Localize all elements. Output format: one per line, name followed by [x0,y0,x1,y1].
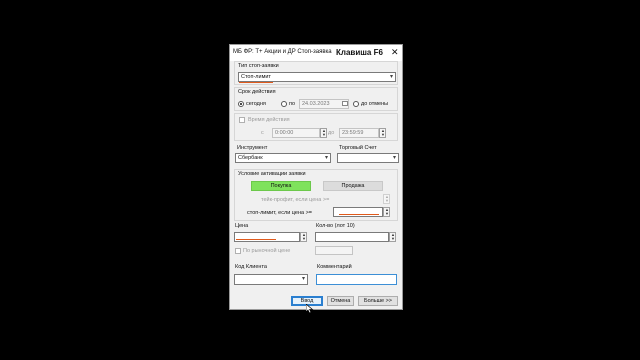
time-from-field[interactable]: 0:00:00 [272,128,320,138]
until-date-value: 24.03.2023 [302,101,330,107]
spin-down-icon: ▼ [391,236,395,241]
validity-group: Срок действия сегодня по 24.03.2023 до о… [234,87,398,111]
instrument-label: Инструмент [237,145,268,151]
quantity-info-field [315,246,353,255]
close-icon[interactable]: ✕ [391,47,399,57]
radio-until-cancel-label: до отмены [361,101,389,107]
stop-type-value: Стоп-лимит [241,74,271,80]
instrument-value: Сбербанк [238,155,263,161]
buy-button[interactable]: Покупка [251,181,311,191]
spin-down-icon: ▼ [322,132,326,137]
quantity-spinner[interactable]: ▲ ▼ [389,232,396,242]
spin-down-icon: ▼ [385,198,389,203]
instrument-select[interactable]: Сбербанк ▾ [235,153,331,163]
stop-type-select[interactable]: Стоп-лимит ▾ [238,72,396,82]
take-profit-spinner[interactable]: ▲ ▼ [383,194,390,204]
spin-down-icon: ▼ [302,236,306,241]
radio-until-label: по [289,101,296,107]
time-to-spinner[interactable]: ▲ ▼ [379,128,386,138]
highlight-underline [239,82,273,83]
time-from-spinner[interactable]: ▲ ▼ [320,128,327,138]
price-field[interactable] [234,232,300,242]
time-to-label: до [328,130,335,136]
price-label: Цена [235,223,249,229]
spin-down-icon: ▼ [385,211,389,216]
account-label: Торговый Счет [339,145,377,151]
stop-limit-price-field[interactable] [333,207,383,217]
chevron-down-icon: ▾ [301,276,305,282]
take-profit-label: тейк-профит, если цена >= [261,197,330,203]
chevron-down-icon: ▾ [392,155,396,161]
spin-down-icon: ▼ [381,132,385,137]
radio-today-label: сегодня [246,101,266,107]
price-spinner[interactable]: ▲ ▼ [300,232,307,242]
stop-limit-label: стоп-лимит, если цена >= [247,210,312,216]
time-to-field[interactable]: 23:59:59 [339,128,379,138]
time-from-value: 0:00:00 [275,130,294,136]
action-time-label: Время действия [248,117,290,123]
window-title: МБ ФР: Т+ Акции и ДР Стоп-заявка [233,49,332,55]
comment-label: Комментарий [317,264,352,270]
time-from-label: с [261,130,264,136]
comment-field[interactable] [316,274,397,285]
more-button[interactable]: Больше >> [358,296,398,306]
chevron-down-icon: ▾ [324,155,328,161]
client-code-label: Код Клиента [235,264,267,270]
chevron-down-icon: ▾ [389,74,393,80]
stop-type-group: Тип стоп-заявки Стоп-лимит ▾ [234,61,398,85]
sell-button[interactable]: Продажа [323,181,383,191]
stop-order-dialog: МБ ФР: Т+ Акции и ДР Стоп-заявка Клавиша… [229,44,403,310]
market-price-checkbox[interactable] [235,248,241,254]
hotkey-label: Клавиша F6 [336,48,383,57]
cancel-button[interactable]: Отмена [327,296,354,306]
title-bar: МБ ФР: Т+ Акции и ДР Стоп-заявка Клавиша… [230,45,402,61]
time-to-value: 23:59:59 [342,130,364,136]
radio-until-date[interactable] [281,101,287,107]
action-time-checkbox[interactable] [239,117,245,123]
activation-label: Условие активации заявки [238,171,306,177]
radio-until-cancel[interactable] [353,101,359,107]
stop-type-label: Тип стоп-заявки [238,63,279,69]
action-time-group: Время действия с 0:00:00 ▲ ▼ до 23:59:59… [234,113,398,141]
account-select[interactable]: ▾ [337,153,399,163]
highlight-underline [236,239,276,240]
activation-group: Условие активации заявки Покупка Продажа… [234,169,398,221]
market-price-label: По рыночной цене [243,248,291,254]
calendar-icon[interactable] [342,101,348,106]
stop-limit-spinner[interactable]: ▲ ▼ [383,207,390,217]
validity-label: Срок действия [238,89,276,95]
quantity-field[interactable] [315,232,389,242]
client-code-select[interactable]: ▾ [234,274,308,285]
quantity-label: Кол-во (лот 10) [316,223,355,229]
radio-today[interactable] [238,101,244,107]
mouse-cursor-icon [306,304,314,314]
highlight-underline [339,214,379,215]
